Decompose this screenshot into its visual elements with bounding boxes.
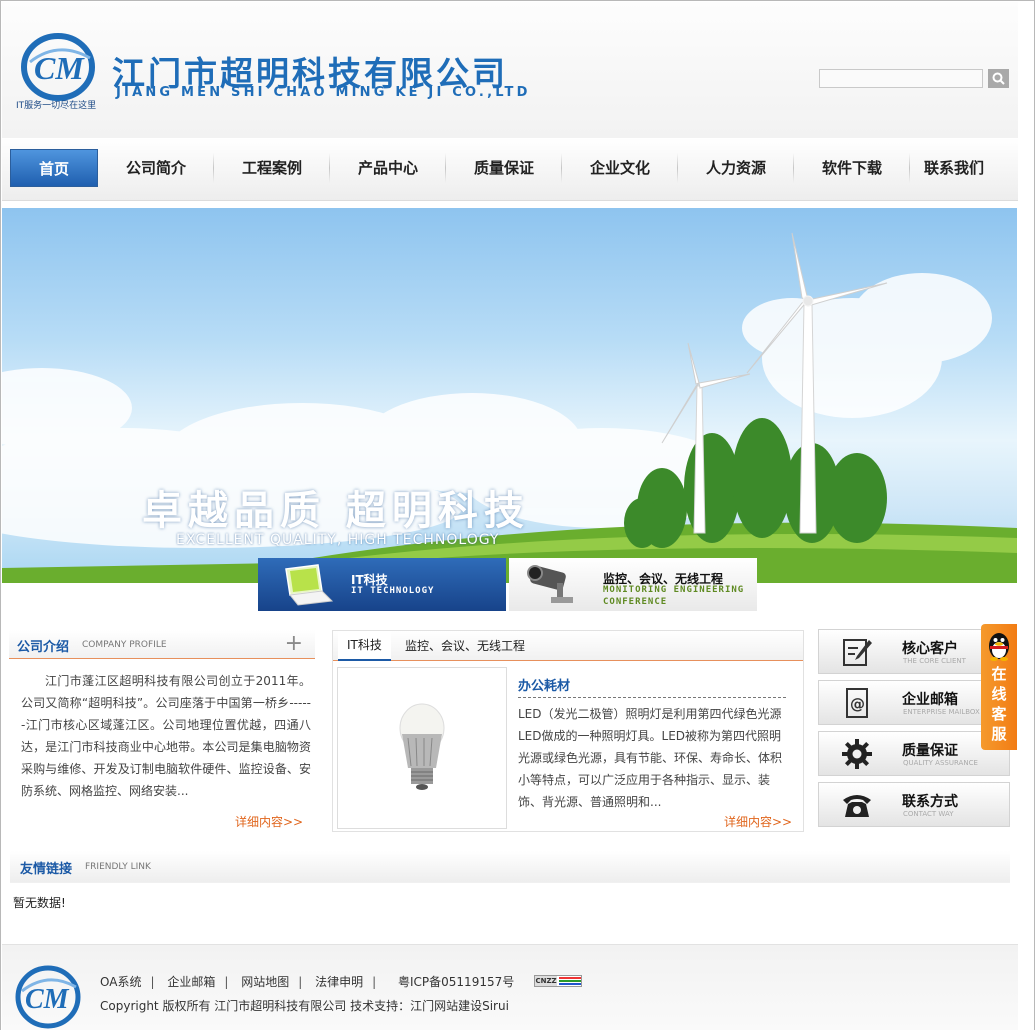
friendly-links-title: 友情链接 bbox=[20, 862, 73, 877]
edit-icon bbox=[843, 639, 872, 666]
friendly-links-empty: 暂无数据! bbox=[13, 896, 66, 910]
tab-it-technology[interactable]: IT科技 IT TECHNOLOGY bbox=[258, 558, 506, 611]
product-divider bbox=[518, 697, 786, 698]
quick-link-subtitle: QUALITY ASSURANCE bbox=[903, 759, 978, 767]
online-service-label: 在线客服 bbox=[991, 665, 1007, 743]
mail-icon: @ bbox=[846, 688, 868, 718]
qq-penguin-icon bbox=[989, 633, 1009, 661]
company-logo[interactable]: CM 江门市超明科技有限公司 JIANG MEN SHI CHAO MING K… bbox=[16, 32, 527, 114]
quick-link-title: 企业邮箱 bbox=[902, 692, 958, 708]
nav-hr[interactable]: 人力资源 bbox=[678, 149, 794, 187]
cnzz-stats-badge[interactable]: CNZZ bbox=[534, 974, 583, 987]
logo-emblem-icon: CM bbox=[21, 33, 95, 101]
page: CM 江门市超明科技有限公司 JIANG MEN SHI CHAO MING K… bbox=[0, 0, 1035, 1030]
product-tabs: IT科技 监控、会议、无线工程 bbox=[333, 631, 803, 661]
hero-banner: 卓越品质 超明科技 EXCELLENT QUALITY, HIGH TECHNO… bbox=[2, 208, 1017, 583]
banner-title-cn: 卓越品质 超明科技 bbox=[142, 487, 530, 534]
main-nav: 首页 公司简介 工程案例 产品中心 质量保证 企业文化 人力资源 软件下载 联系… bbox=[2, 138, 1018, 201]
nav-project-cases[interactable]: 工程案例 bbox=[214, 149, 330, 187]
company-slogan: IT服务一切尽在这里 bbox=[16, 101, 97, 111]
quick-link-contact[interactable]: 联系方式 CONTACT WAY bbox=[818, 782, 1010, 827]
search-box bbox=[819, 69, 1009, 88]
search-input[interactable] bbox=[819, 69, 983, 88]
banner-tabs: IT科技 IT TECHNOLOGY 监控、会议、无线工程 MONITORING… bbox=[258, 558, 757, 611]
quick-link-title: 联系方式 bbox=[902, 794, 958, 810]
company-profile-box: 公司介绍 COMPANY PROFILE + 江门市蓬江区超明科技有限公司创立于… bbox=[9, 630, 315, 831]
svg-text:CM: CM bbox=[25, 984, 70, 1015]
quick-link-title: 质量保证 bbox=[902, 743, 958, 759]
quick-link-subtitle: ENTERPRISE MAILBOX bbox=[903, 708, 980, 716]
nav-software[interactable]: 软件下载 bbox=[794, 149, 910, 187]
product-item-desc: LED（发光二极管）照明灯是利用第四代绿色光源LED做成的一种照明灯具。LED被… bbox=[518, 707, 783, 809]
led-bulb-image bbox=[399, 703, 445, 790]
profile-more-link[interactable]: 详细内容>> bbox=[235, 813, 303, 830]
nav-company-intro[interactable]: 公司简介 bbox=[98, 149, 214, 187]
tab-monitoring[interactable]: 监控、会议、无线工程 MONITORING ENGINEERING CONFER… bbox=[509, 558, 757, 611]
footer-copyright: Copyright 版权所有 江门市超明科技有限公司 技术支持：江门网站建设Si… bbox=[100, 999, 509, 1013]
footer-logo-icon: CM bbox=[15, 965, 81, 1029]
nav-home[interactable]: 首页 bbox=[10, 149, 98, 187]
footer: CM OA系统 | 企业邮箱 | 网站地图 | 法律申明 | 粤ICP备05119157… bbox=[2, 944, 1018, 1030]
product-item-title[interactable]: 办公耗材 bbox=[518, 675, 570, 694]
profile-title-en: COMPANY PROFILE bbox=[82, 640, 167, 650]
profile-title: 公司介绍 bbox=[17, 640, 70, 655]
svg-text:@: @ bbox=[850, 695, 865, 713]
footer-icp[interactable]: 粤ICP备05119157号 bbox=[398, 975, 514, 989]
laptop-icon bbox=[285, 564, 334, 606]
tab-it-subtitle: IT TECHNOLOGY bbox=[351, 586, 435, 596]
profile-expand-icon[interactable]: + bbox=[285, 631, 303, 656]
phone-icon bbox=[843, 795, 871, 817]
quick-link-subtitle: CONTACT WAY bbox=[903, 810, 954, 818]
footer-link-sitemap[interactable]: 网站地图 bbox=[241, 975, 289, 989]
footer-link-oa[interactable]: OA系统 bbox=[100, 975, 141, 989]
product-box: IT科技 监控、会议、无线工程 办公耗材 LED（发光二极管）照明灯是利用第四代… bbox=[332, 630, 804, 832]
company-name-en: JIANG MEN SHI CHAO MING KE JI CO.,LTD bbox=[116, 85, 531, 100]
product-tab-monitoring[interactable]: 监控、会议、无线工程 bbox=[405, 637, 525, 654]
nav-contact[interactable]: 联系我们 bbox=[910, 149, 998, 187]
footer-nav: OA系统 | 企业邮箱 | 网站地图 | 法律申明 | 粤ICP备05119157号 C… bbox=[100, 973, 583, 990]
header: CM 江门市超明科技有限公司 JIANG MEN SHI CHAO MING K… bbox=[2, 2, 1018, 138]
profile-header: 公司介绍 COMPANY PROFILE + bbox=[9, 630, 315, 659]
gear-icon bbox=[842, 739, 872, 769]
banner-title-en: EXCELLENT QUALITY, HIGH TECHNOLOGY bbox=[176, 532, 500, 548]
svg-text:CM: CM bbox=[34, 50, 85, 86]
product-tab-it[interactable]: IT科技 bbox=[338, 631, 391, 661]
product-more-link[interactable]: 详细内容>> bbox=[724, 813, 792, 830]
quick-link-subtitle: THE CORE CLIENT bbox=[903, 657, 966, 665]
footer-link-mail[interactable]: 企业邮箱 bbox=[167, 975, 215, 989]
search-button[interactable] bbox=[988, 69, 1009, 88]
security-camera-icon bbox=[527, 565, 573, 603]
tab-monitoring-subtitle: MONITORING ENGINEERING CONFERENCE bbox=[603, 585, 745, 607]
cnzz-label: CNZZ bbox=[535, 975, 558, 986]
footer-link-legal[interactable]: 法律申明 bbox=[315, 975, 363, 989]
friendly-links-title-en: FRIENDLY LINK bbox=[85, 862, 151, 872]
online-service-button[interactable]: 在线客服 bbox=[981, 624, 1017, 750]
profile-text: 江门市蓬江区超明科技有限公司创立于2011年。公司又简称“超明科技”。公司座落于… bbox=[21, 674, 311, 798]
search-icon bbox=[992, 72, 1005, 85]
nav-products[interactable]: 产品中心 bbox=[330, 149, 446, 187]
product-image[interactable] bbox=[337, 667, 507, 829]
quick-link-title: 核心客户 bbox=[902, 641, 958, 657]
nav-culture[interactable]: 企业文化 bbox=[562, 149, 678, 187]
nav-quality[interactable]: 质量保证 bbox=[446, 149, 562, 187]
friendly-links-header: 友情链接 FRIENDLY LINK bbox=[10, 851, 1010, 883]
